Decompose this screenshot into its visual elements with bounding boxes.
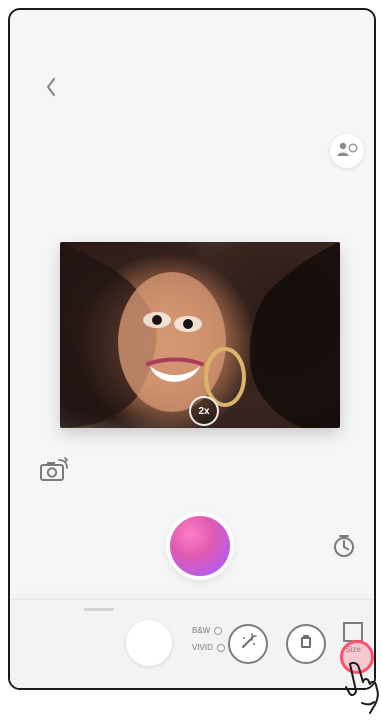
toolbar-handle[interactable]	[84, 608, 114, 611]
filter-vivid-radio[interactable]	[216, 643, 225, 652]
camera-switch-icon	[38, 456, 70, 489]
face-detect-toggle[interactable]	[330, 134, 364, 168]
zoom-label: 2x	[198, 405, 210, 417]
sticker-button[interactable]	[286, 624, 326, 664]
timer-icon	[330, 532, 358, 565]
filter-vivid-option[interactable]: VIVID	[192, 643, 225, 652]
filter-bw-radio[interactable]	[214, 626, 223, 635]
magic-wand-icon	[238, 632, 258, 657]
zoom-toggle[interactable]: 2x	[189, 396, 219, 426]
face-detect-icon	[336, 141, 358, 162]
tap-indicator	[340, 640, 374, 674]
chevron-left-icon	[43, 76, 59, 103]
shutter-button[interactable]	[170, 516, 230, 576]
timer-button[interactable]	[328, 532, 360, 564]
camera-switch-button[interactable]	[36, 456, 72, 488]
square-size-icon	[343, 622, 363, 642]
photo-thumbnail[interactable]	[126, 620, 172, 666]
filter-vivid-label: VIVID	[192, 643, 213, 652]
sticker-icon	[296, 632, 316, 657]
device-frame: 2x B&W VIVID Size	[8, 8, 376, 690]
dot-pattern-left	[28, 618, 118, 674]
filter-bw-option[interactable]: B&W	[192, 626, 225, 635]
back-button[interactable]	[36, 74, 66, 104]
camera-preview[interactable]: 2x	[60, 242, 340, 428]
bottom-toolbar: B&W VIVID Size	[10, 599, 374, 688]
filter-options: B&W VIVID	[192, 626, 225, 652]
filter-bw-label: B&W	[192, 626, 211, 635]
magic-edit-button[interactable]	[228, 624, 268, 664]
camera-screen: 2x B&W VIVID Size	[0, 0, 381, 720]
screen: 2x B&W VIVID Size	[10, 10, 374, 688]
